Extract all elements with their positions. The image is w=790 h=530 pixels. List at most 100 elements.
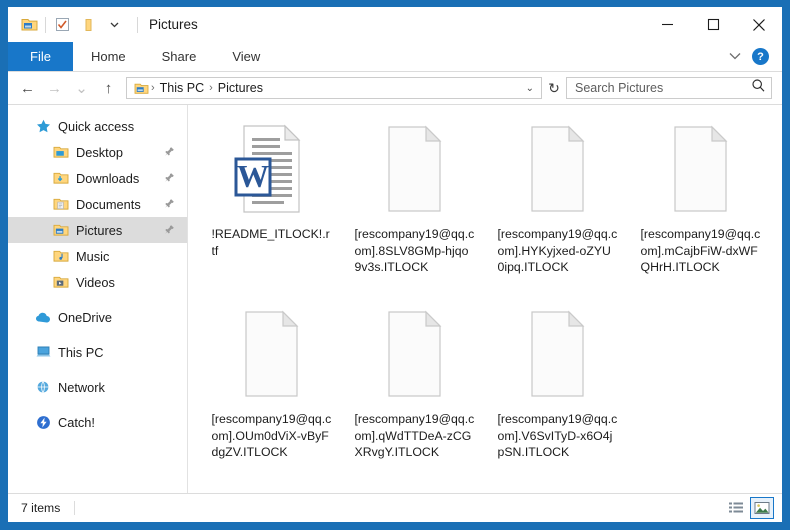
back-button[interactable]: ←: [14, 75, 41, 101]
sidebar-label: Music: [76, 248, 110, 264]
file-item[interactable]: [rescompany19@qq.com].OUm0dViX-vByFdgZV.…: [200, 302, 343, 487]
breadcrumb-this-pc[interactable]: This PC: [156, 81, 208, 95]
sidebar-item-videos[interactable]: Videos: [8, 269, 187, 295]
sidebar-item-network[interactable]: Network: [8, 374, 187, 400]
close-button[interactable]: [736, 7, 782, 42]
videos-folder-icon: [52, 274, 70, 290]
title-bar: Pictures: [8, 7, 782, 42]
file-name: [rescompany19@qq.com].qWdTTDeA-zCGXRvgY.…: [354, 412, 475, 459]
pin-icon[interactable]: [164, 197, 175, 212]
file-name: [rescompany19@qq.com].V6SvITyD-x6O4jpSN.…: [497, 412, 618, 459]
file-name: [rescompany19@qq.com].mCajbFiW-dxWFQHrH.…: [640, 227, 761, 274]
blank-file-icon: [377, 306, 453, 402]
toolbar-divider: [45, 16, 46, 33]
properties-icon[interactable]: [49, 13, 75, 37]
wordpad-rtf-document-icon: W: [234, 121, 310, 217]
sidebar-item-catch[interactable]: Catch!: [8, 409, 187, 435]
file-name: [rescompany19@qq.com].HYKyjxed-oZYU0ipq.…: [497, 227, 618, 274]
sidebar-item-quick-access[interactable]: Quick access: [8, 113, 187, 139]
sidebar-item-music[interactable]: Music: [8, 243, 187, 269]
file-item[interactable]: [rescompany19@qq.com].8SLV8GMp-hjqo9v3s.…: [343, 117, 486, 302]
breadcrumb[interactable]: › This PC › Pictures ⌄: [126, 77, 542, 99]
explorer-window: PCRISK risk.com: [0, 0, 790, 530]
breadcrumb-pictures[interactable]: Pictures: [214, 81, 267, 95]
file-item[interactable]: [rescompany19@qq.com].HYKyjxed-oZYU0ipq.…: [486, 117, 629, 302]
sidebar-label: This PC: [58, 344, 104, 360]
tab-view[interactable]: View: [214, 42, 278, 71]
downloads-folder-icon: [52, 170, 70, 186]
maximize-button[interactable]: [690, 7, 736, 42]
sidebar-item-onedrive[interactable]: OneDrive: [8, 304, 187, 330]
window-title: Pictures: [137, 16, 198, 33]
sidebar-item-documents[interactable]: Documents: [8, 191, 187, 217]
blank-file-icon: [663, 121, 739, 217]
file-item[interactable]: [rescompany19@qq.com].qWdTTDeA-zCGXRvgY.…: [343, 302, 486, 487]
chevron-down-icon[interactable]: [728, 48, 742, 66]
status-bar: 7 items: [8, 493, 782, 522]
status-divider: [74, 501, 76, 515]
search-box[interactable]: [566, 77, 772, 99]
sidebar-label: Documents: [76, 196, 141, 212]
search-input[interactable]: [575, 81, 751, 95]
sidebar-item-desktop[interactable]: Desktop: [8, 139, 187, 165]
file-name: [rescompany19@qq.com].8SLV8GMp-hjqo9v3s.…: [354, 227, 475, 274]
tab-share[interactable]: Share: [144, 42, 215, 71]
blank-file-icon: [520, 121, 596, 217]
recent-locations-button[interactable]: ⌄: [68, 75, 95, 101]
sidebar-item-downloads[interactable]: Downloads: [8, 165, 187, 191]
svg-text:W: W: [237, 158, 269, 194]
sidebar-item-pictures[interactable]: Pictures: [8, 217, 187, 243]
network-globe-icon: [34, 379, 52, 395]
breadcrumb-folder-icon: [132, 82, 150, 95]
sidebar-label: Catch!: [58, 414, 95, 430]
large-icons-view-button[interactable]: [750, 497, 774, 519]
file-item[interactable]: [rescompany19@qq.com].mCajbFiW-dxWFQHrH.…: [629, 117, 772, 302]
minimize-button[interactable]: [644, 7, 690, 42]
up-button[interactable]: ↑: [95, 75, 122, 101]
customize-dropdown-icon[interactable]: [101, 13, 127, 37]
pin-icon[interactable]: [164, 171, 175, 186]
sidebar-label: Desktop: [76, 144, 123, 160]
star-icon: [34, 118, 52, 134]
navigation-pane[interactable]: Quick access Desktop Downloads Documents…: [8, 105, 188, 493]
pin-icon[interactable]: [164, 145, 175, 160]
quick-access-toolbar: [8, 13, 127, 37]
sidebar-item-this-pc[interactable]: This PC: [8, 339, 187, 365]
ribbon-tab-bar: File Home Share View ?: [8, 42, 782, 71]
catch-lightning-icon: [34, 414, 52, 430]
computer-icon: [34, 344, 52, 360]
file-item[interactable]: [rescompany19@qq.com].V6SvITyD-x6O4jpSN.…: [486, 302, 629, 487]
sidebar-label: Videos: [76, 274, 115, 290]
address-bar: ← → ⌄ ↑ › This PC › Pictures ⌄ ↻: [8, 72, 782, 104]
breadcrumb-dropdown-icon[interactable]: ⌄: [526, 83, 537, 94]
desktop-folder-icon: [52, 144, 70, 160]
file-name: !README_ITLOCK!.rtf: [211, 227, 330, 258]
cloud-icon: [34, 309, 52, 325]
details-view-button[interactable]: [724, 497, 748, 519]
sidebar-label: OneDrive: [58, 309, 113, 325]
pictures-folder-icon[interactable]: [16, 13, 42, 37]
music-folder-icon: [52, 248, 70, 264]
blank-file-icon: [520, 306, 596, 402]
file-name: [rescompany19@qq.com].OUm0dViX-vByFdgZV.…: [211, 412, 332, 459]
help-button[interactable]: ?: [752, 48, 769, 65]
pin-icon[interactable]: [164, 223, 175, 238]
tab-home[interactable]: Home: [73, 42, 144, 71]
file-list-view[interactable]: W !README_ITLOCK!.rtf [rescompany19@qq.c…: [188, 105, 782, 493]
tab-file[interactable]: File: [8, 42, 73, 71]
search-icon[interactable]: [751, 78, 766, 98]
item-count-label: 7 items: [21, 501, 61, 515]
window-controls: [644, 7, 782, 42]
pictures-folder-icon: [52, 222, 70, 238]
new-folder-icon[interactable]: [75, 13, 101, 37]
refresh-button[interactable]: ↻: [542, 75, 566, 101]
sidebar-label: Network: [58, 379, 105, 395]
sidebar-label: Pictures: [76, 222, 123, 238]
blank-file-icon: [377, 121, 453, 217]
file-item[interactable]: W !README_ITLOCK!.rtf: [200, 117, 343, 302]
forward-button[interactable]: →: [41, 75, 68, 101]
